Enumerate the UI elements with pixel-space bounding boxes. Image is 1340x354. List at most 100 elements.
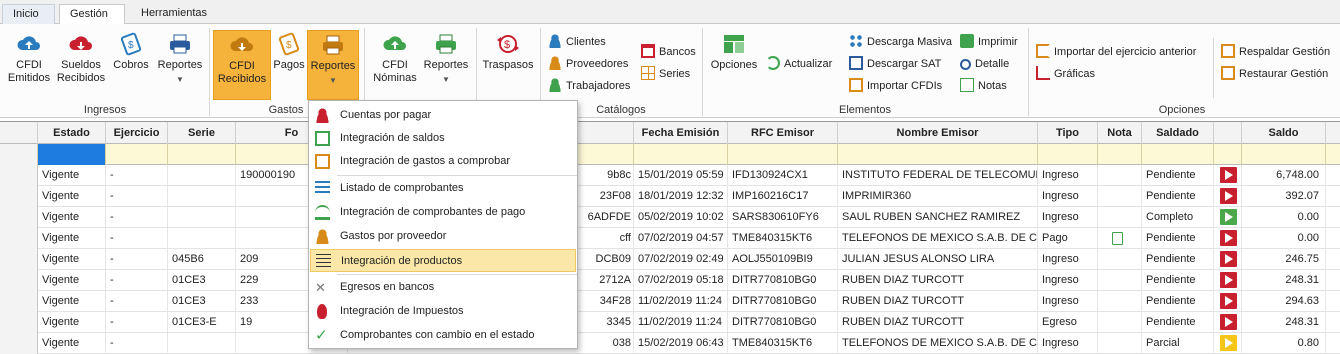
- cfdi-emitidos-button[interactable]: CFDI Emitidos: [4, 30, 54, 100]
- notas-button[interactable]: Notas: [960, 78, 1007, 96]
- row-header[interactable]: [0, 249, 38, 270]
- cfdi-nominas-button[interactable]: CFDI Nóminas: [368, 30, 422, 100]
- menu-item-gastos-proveedor[interactable]: Gastos por proveedor: [310, 225, 576, 248]
- bancos-button[interactable]: Bancos: [641, 44, 696, 62]
- filter-status[interactable]: [1214, 144, 1242, 165]
- cfdi-recibidos-button[interactable]: CFDI Recibidos: [213, 30, 271, 100]
- filter-tipo[interactable]: [1038, 144, 1098, 165]
- cell-status[interactable]: [1214, 249, 1242, 270]
- trabajadores-button[interactable]: Trabajadores: [548, 78, 630, 96]
- table-row[interactable]: Vigente -6ADFDE 05/02/2019 10:02 SARS830610…: [0, 207, 1340, 228]
- cell-nota[interactable]: [1098, 249, 1142, 270]
- cell-status[interactable]: [1214, 312, 1242, 333]
- row-header[interactable]: [0, 207, 38, 228]
- descarga-masiva-button[interactable]: Descarga Masiva: [849, 34, 952, 52]
- descargar-sat-button[interactable]: Descargar SAT: [849, 56, 941, 74]
- tab-herramientas[interactable]: Herramientas: [131, 4, 221, 25]
- status-play-icon[interactable]: [1220, 314, 1237, 330]
- clientes-button[interactable]: Clientes: [548, 34, 606, 52]
- respaldar-gestion-button[interactable]: Respaldar Gestión: [1221, 44, 1330, 62]
- cell-nota[interactable]: [1098, 291, 1142, 312]
- cell-status[interactable]: [1214, 291, 1242, 312]
- traspasos-button[interactable]: $ Traspasos: [480, 30, 536, 100]
- detalle-button[interactable]: Detalle: [960, 56, 1009, 74]
- header-nota[interactable]: Nota: [1098, 122, 1142, 144]
- reportes-gastos-button[interactable]: Reportes ▼: [307, 30, 359, 100]
- cell-nota[interactable]: [1098, 333, 1142, 354]
- menu-item-comprobantes-pago[interactable]: Integración de comprobantes de pago: [310, 201, 576, 224]
- cell-status[interactable]: [1214, 333, 1242, 354]
- graficas-button[interactable]: Gráficas: [1036, 66, 1095, 84]
- tab-gestion[interactable]: Gestión: [59, 4, 125, 25]
- status-play-icon[interactable]: [1220, 188, 1237, 204]
- menu-item-integracion-saldos[interactable]: Integración de saldos: [310, 127, 576, 150]
- tab-inicio[interactable]: Inicio: [2, 4, 55, 25]
- filter-estado[interactable]: [38, 144, 106, 165]
- table-row[interactable]: Vigente -01CE3 229 2712A 07/02/2019 05:18 DIT…: [0, 270, 1340, 291]
- menu-item-gastos-a-comprobar[interactable]: Integración de gastos a comprobar: [310, 150, 576, 173]
- menu-item-integracion-impuestos[interactable]: Integración de Impuestos: [310, 300, 576, 323]
- cell-status[interactable]: [1214, 165, 1242, 186]
- importar-cfdis-button[interactable]: Importar CFDIs: [849, 78, 942, 96]
- header-tipo[interactable]: Tipo: [1038, 122, 1098, 144]
- filter-fecha[interactable]: [634, 144, 728, 165]
- cell-status[interactable]: [1214, 207, 1242, 228]
- table-row[interactable]: Vigente -01CE3 233 34F28 11/02/2019 11:24 DIT…: [0, 291, 1340, 312]
- header-status[interactable]: [1214, 122, 1242, 144]
- row-header[interactable]: [0, 186, 38, 207]
- row-header[interactable]: [0, 270, 38, 291]
- header-saldado[interactable]: Saldado: [1142, 122, 1214, 144]
- menu-item-egresos-bancos[interactable]: ✕ Egresos en bancos: [310, 276, 576, 299]
- menu-item-integracion-productos[interactable]: Integración de productos: [310, 249, 576, 272]
- status-play-icon[interactable]: [1220, 209, 1237, 225]
- filter-rfc[interactable]: [728, 144, 838, 165]
- status-play-icon[interactable]: [1220, 335, 1237, 351]
- filter-row[interactable]: [0, 144, 1340, 165]
- cobros-button[interactable]: $ Cobros: [110, 30, 152, 100]
- table-row[interactable]: Vigente -01CE3-E 19 3345 11/02/2019 11:24 DIT…: [0, 312, 1340, 333]
- cell-status[interactable]: [1214, 270, 1242, 291]
- status-play-icon[interactable]: [1220, 251, 1237, 267]
- note-icon[interactable]: [1112, 232, 1123, 245]
- proveedores-button[interactable]: Proveedores: [548, 56, 628, 74]
- actualizar-button[interactable]: Actualizar: [766, 56, 832, 74]
- filter-saldo[interactable]: [1242, 144, 1326, 165]
- sueldos-recibidos-button[interactable]: Sueldos Recibidos: [54, 30, 108, 100]
- header-ejercicio[interactable]: Ejercicio: [106, 122, 168, 144]
- series-button[interactable]: Series: [641, 66, 690, 84]
- opciones-button[interactable]: Opciones: [706, 30, 762, 100]
- menu-item-listado-comprobantes[interactable]: Listado de comprobantes: [310, 177, 576, 200]
- status-play-icon[interactable]: [1220, 272, 1237, 288]
- cell-nota[interactable]: [1098, 228, 1142, 249]
- imprimir-button[interactable]: Imprimir: [960, 34, 1018, 52]
- cell-status[interactable]: [1214, 186, 1242, 207]
- cell-nota[interactable]: [1098, 270, 1142, 291]
- row-header[interactable]: [0, 165, 38, 186]
- row-header[interactable]: [0, 312, 38, 333]
- row-header[interactable]: [0, 291, 38, 312]
- restaurar-gestion-button[interactable]: Restaurar Gestión: [1221, 66, 1328, 84]
- header-estado[interactable]: Estado: [38, 122, 106, 144]
- cell-status[interactable]: [1214, 228, 1242, 249]
- cell-nota[interactable]: [1098, 186, 1142, 207]
- header-nombre-emisor[interactable]: Nombre Emisor: [838, 122, 1038, 144]
- header-saldo[interactable]: Saldo: [1242, 122, 1326, 144]
- table-row[interactable]: Vigente -190000190 9b8c 15/01/2019 05:59 IFD…: [0, 165, 1340, 186]
- table-row[interactable]: Vigente -23F08 18/01/2019 12:32 IMP160216C1…: [0, 186, 1340, 207]
- header-serie[interactable]: Serie: [168, 122, 236, 144]
- table-row[interactable]: Vigente - cff 07/02/2019 04:57 TME840315KT6 T…: [0, 228, 1340, 249]
- header-rfc-emisor[interactable]: RFC Emisor: [728, 122, 838, 144]
- reportes-ingresos-button[interactable]: Reportes ▼: [154, 30, 206, 100]
- row-header[interactable]: [0, 333, 38, 354]
- table-row[interactable]: Vigente -038 15/02/2019 06:43 TME840315KT6 T…: [0, 333, 1340, 354]
- cell-nota[interactable]: [1098, 165, 1142, 186]
- status-play-icon[interactable]: [1220, 293, 1237, 309]
- status-play-icon[interactable]: [1220, 230, 1237, 246]
- pagos-button[interactable]: $ Pagos: [272, 30, 306, 100]
- table-row[interactable]: Vigente -045B6 209 DCB09 07/02/2019 02:49 AOL…: [0, 249, 1340, 270]
- status-play-icon[interactable]: [1220, 167, 1237, 183]
- filter-serie[interactable]: [168, 144, 236, 165]
- menu-item-cambio-estado[interactable]: ✓ Comprobantes con cambio en el estado: [310, 324, 576, 347]
- cell-nota[interactable]: [1098, 207, 1142, 228]
- menu-item-cuentas-por-pagar[interactable]: Cuentas por pagar: [310, 104, 576, 127]
